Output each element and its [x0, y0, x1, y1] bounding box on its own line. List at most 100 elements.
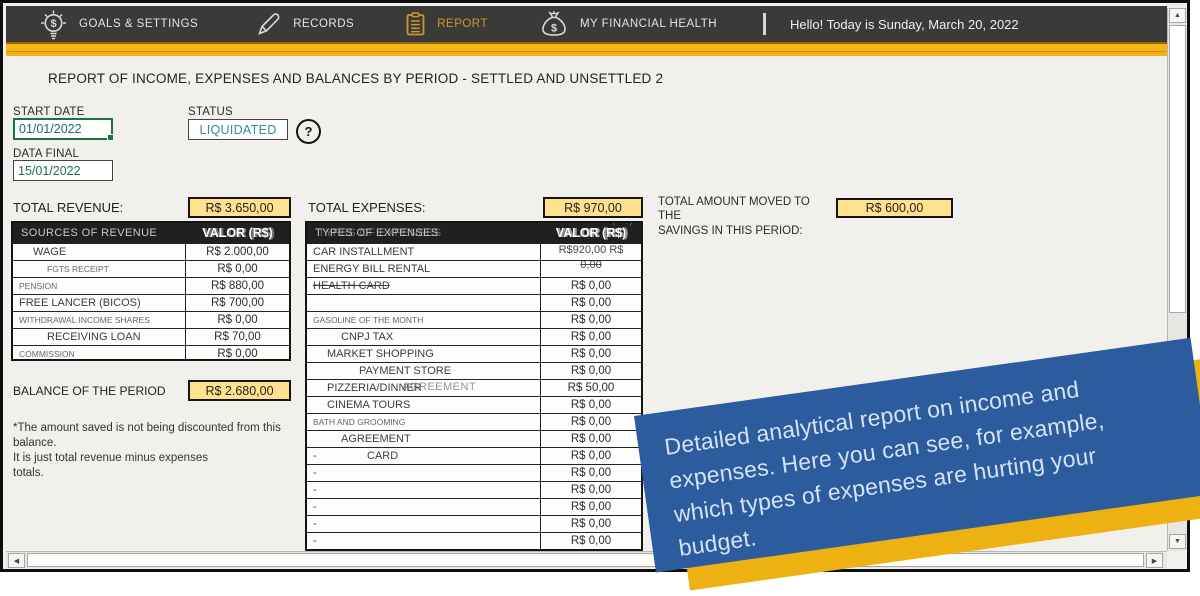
row-label-cell[interactable]: - — [307, 465, 541, 481]
table-row: -R$ 0,00 — [307, 498, 641, 515]
accent-stripe — [6, 42, 1167, 56]
row-label-cell[interactable]: BATH AND GROOMING — [307, 414, 541, 430]
row-label-cell[interactable]: ENERGY BILL RENTAL — [307, 261, 541, 277]
row-label-cell[interactable]: WAGE — [13, 244, 186, 260]
row-value-cell[interactable]: R$ 50,00 — [541, 380, 641, 396]
scroll-up-button[interactable]: ▲ — [1169, 8, 1186, 23]
row-label-cell[interactable]: CINEMA TOURS — [307, 397, 541, 413]
money-bag-icon: $ — [540, 10, 568, 38]
status-select[interactable]: LIQUIDATED — [188, 119, 288, 140]
row-value-cell[interactable]: R$ 0,00 — [541, 397, 641, 413]
revenue-table: SOURCES OF REVENUE VALOR (R$) WAGER$ 2.0… — [11, 221, 291, 361]
row-value-cell[interactable]: R$ 0,00 — [541, 312, 641, 328]
row-label-cell[interactable] — [307, 295, 541, 311]
navbar: $ GOALS & SETTINGS RECORDS — [6, 6, 1167, 42]
row-label-cell[interactable]: HEALTH CARD — [307, 278, 541, 294]
dash-mark: - — [313, 450, 339, 462]
table-row: -CARDR$ 0,00 — [307, 447, 641, 464]
row-value-cell[interactable]: R$ 0,00 — [541, 482, 641, 498]
table-row: CINEMA TOURSR$ 0,00 — [307, 396, 641, 413]
row-label-cell[interactable]: CAR INSTALLMENT — [307, 244, 541, 260]
row-value-cell[interactable]: R$ 0,00 — [541, 431, 641, 447]
row-value-cell[interactable]: R$ 0,00 — [541, 329, 641, 345]
row-value-cell[interactable]: R$ 0,00 — [541, 448, 641, 464]
bulb-dollar-icon: $ — [40, 9, 67, 40]
row-label-cell[interactable]: COMMISSION — [13, 346, 186, 361]
table-row: RECEIVING LOANR$ 70,00 — [13, 328, 289, 345]
row-label: FGTS RECEIPT — [19, 264, 109, 274]
revenue-table-body: WAGER$ 2.000,00 FGTS RECEIPT R$ 0,00 PENSIO… — [13, 243, 289, 361]
svg-text:$: $ — [551, 23, 557, 35]
table-row: GASOLINE OF THE MONTHR$ 0,00 — [307, 311, 641, 328]
row-label: BATH AND GROOMING — [313, 417, 405, 427]
row-label-cell[interactable]: AGREEMENT — [307, 431, 541, 447]
row-label: PENSION — [19, 281, 57, 291]
row-label-cell[interactable]: WITHDRAWAL INCOME SHARES — [13, 312, 186, 328]
row-label-cell[interactable]: - — [307, 499, 541, 515]
row-value-cell[interactable]: R$ 0,00 — [541, 465, 641, 481]
row-label: CAR INSTALLMENT — [313, 246, 414, 258]
row-label-cell[interactable]: PAYMENT STORE — [307, 363, 541, 379]
row-value-cell[interactable]: R$ 0,00 — [541, 278, 641, 294]
expenses-table-header: TYPES OF EXPENSES TYPES OF EXPENSES VALO… — [307, 223, 641, 243]
row-value-cell[interactable]: R$ 700,00 — [186, 295, 289, 311]
scroll-left-button[interactable]: ◀ — [8, 553, 25, 568]
row-label-cell[interactable]: FREE LANCER (BICOS) — [13, 295, 186, 311]
row-value-cell[interactable]: R$ 0,00 — [541, 295, 641, 311]
row-value-cell[interactable]: R$ 880,00 — [186, 278, 289, 294]
page-title: REPORT OF INCOME, EXPENSES AND BALANCES … — [48, 71, 663, 86]
row-value-cell[interactable]: R$ 0,00 — [186, 312, 289, 328]
nav-item-financial-health[interactable]: $ MY FINANCIAL HEALTH — [540, 10, 717, 38]
nav-item-records[interactable]: RECORDS — [256, 12, 354, 37]
end-date-input[interactable]: 15/01/2022 — [13, 160, 113, 181]
row-label-cell[interactable]: PENSION — [13, 278, 186, 294]
vertical-scroll-thumb[interactable] — [1169, 25, 1186, 313]
row-label-cell[interactable]: FGTS RECEIPT — [13, 261, 186, 277]
revenue-header-value: VALOR (R$) — [202, 226, 273, 240]
table-row: HEALTH CARDR$ 0,00 — [307, 277, 641, 294]
row-label-cell[interactable]: - — [307, 482, 541, 498]
row-value-cell[interactable]: R$ 0,00 — [541, 363, 641, 379]
row-label: PAYMENT STORE — [313, 365, 451, 377]
table-row: - R$ 0,00 — [307, 481, 641, 498]
row-value-cell[interactable]: R$ 0,00 — [541, 499, 641, 515]
row-label-ghost: AGREEMENT — [402, 381, 476, 393]
row-value-cell[interactable]: R$ 0,00 — [541, 533, 641, 549]
row-value-cell[interactable]: R$ 0,00 — [541, 346, 641, 362]
greeting-text: Hello! Today is Sunday, March 20, 2022 — [790, 17, 1019, 32]
svg-text:$: $ — [50, 18, 56, 30]
savings-value[interactable]: R$ 600,00 — [836, 198, 953, 218]
balance-value[interactable]: R$ 2.680,00 — [188, 380, 291, 401]
dash-mark: - — [313, 484, 339, 496]
table-row: BATH AND GROOMING R$ 0,00 — [307, 413, 641, 430]
row-label-cell[interactable]: - — [307, 516, 541, 532]
row-value-cell[interactable]: R$ 0,00 — [186, 346, 289, 361]
row-value-cell[interactable]: R$ 0,00 — [186, 261, 289, 277]
nav-item-report[interactable]: REPORT — [406, 12, 488, 36]
row-label-cell[interactable]: RECEIVING LOAN — [13, 329, 186, 345]
row-label-cell[interactable]: GASOLINE OF THE MONTH — [307, 312, 541, 328]
expenses-header-value: VALOR (R$) — [556, 226, 627, 240]
row-label-cell[interactable]: - — [307, 533, 541, 549]
ghost-value-header: VALUE (R$) — [573, 221, 633, 226]
row-value-cell[interactable]: R$ 70,00 — [186, 329, 289, 345]
row-label: AGREEMENT — [313, 433, 411, 445]
start-date-label: START DATE — [13, 106, 84, 118]
total-revenue-value[interactable]: R$ 3.650,00 — [188, 197, 291, 218]
row-label-cell[interactable]: CNPJ TAX — [307, 329, 541, 345]
row-label-cell[interactable]: PIZZERIA/DINNERAGREEMENT — [307, 380, 541, 396]
dash-mark: - — [313, 535, 339, 547]
total-expenses-value[interactable]: R$ 970,00 — [543, 197, 643, 218]
row-value-cell[interactable]: R$ 2.000,00 — [186, 244, 289, 260]
help-icon[interactable]: ? — [296, 119, 321, 144]
start-date-input[interactable]: 01/01/2022 — [13, 118, 113, 140]
expenses-table-body: CAR INSTALLMENT ENERGY BILL RENTALHEALTH … — [307, 243, 641, 551]
row-label-cell[interactable]: MARKET SHOPPING — [307, 346, 541, 362]
row-value-cell[interactable]: R$ 0,00 — [541, 414, 641, 430]
nav-item-goals-settings[interactable]: $ GOALS & SETTINGS — [40, 9, 198, 40]
row-value-cell[interactable]: R$ 0,00 — [541, 516, 641, 532]
dash-mark: - — [313, 467, 339, 479]
cell-fill-handle[interactable] — [107, 134, 114, 141]
row-label: FREE LANCER (BICOS) — [19, 297, 141, 309]
row-label-cell[interactable]: -CARD — [307, 448, 541, 464]
